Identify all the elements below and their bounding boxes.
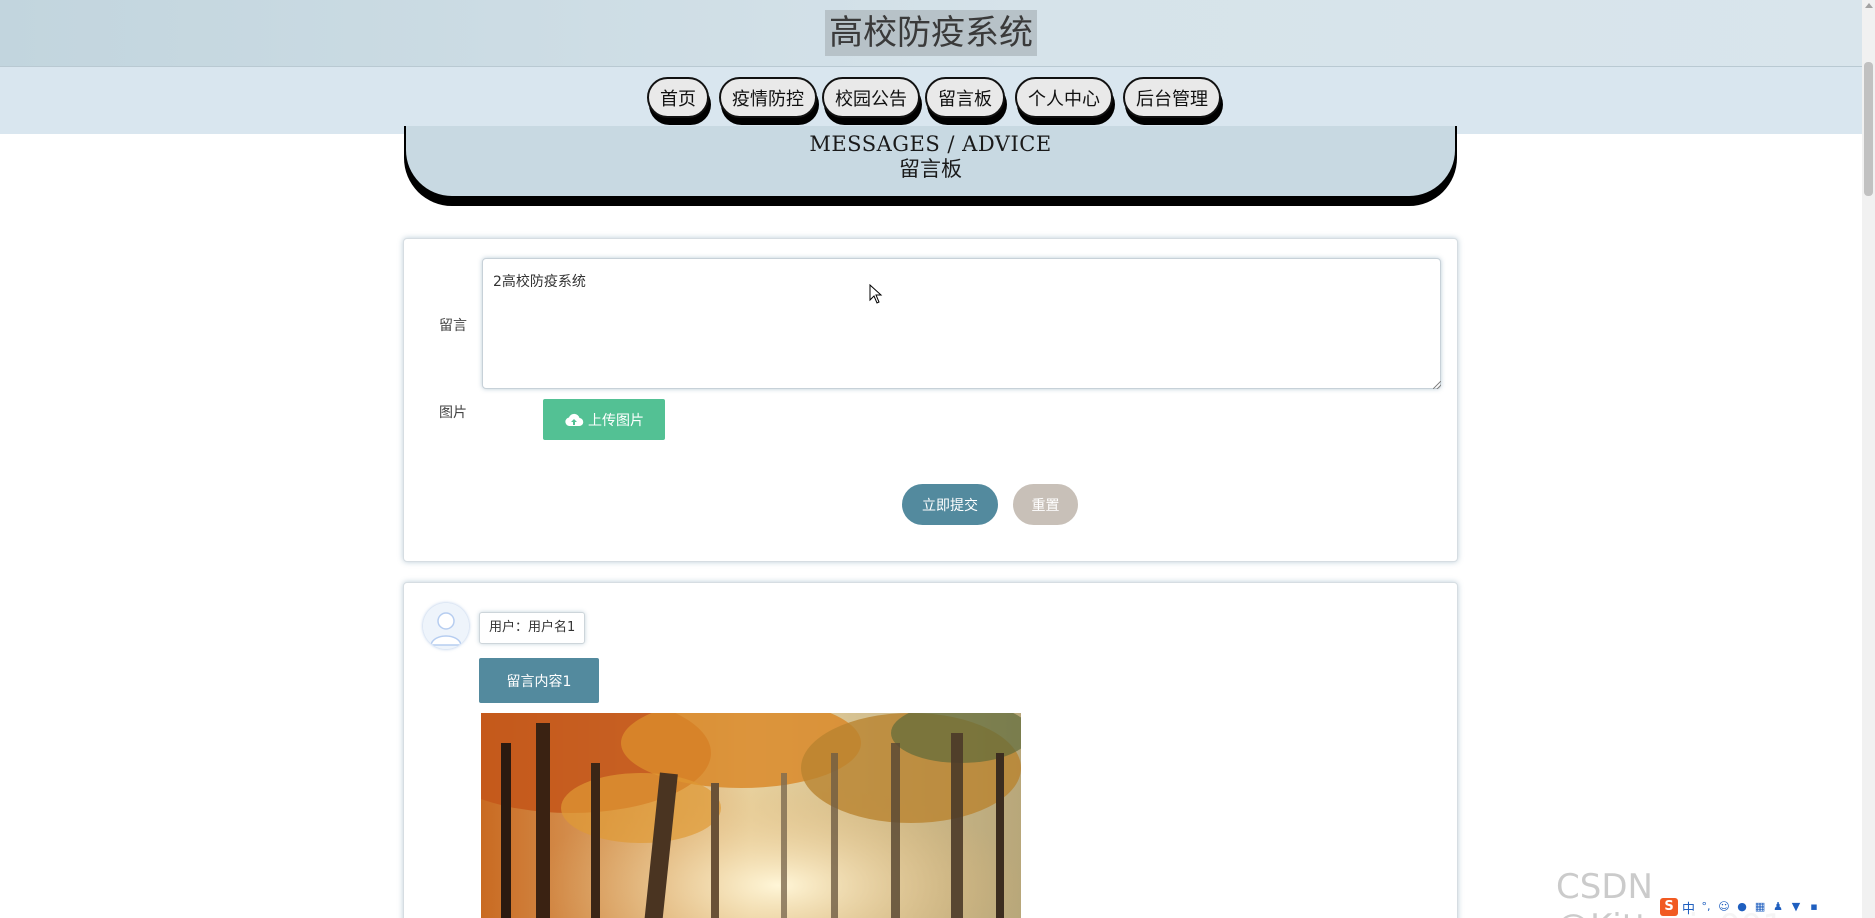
nav-item-home[interactable]: 首页 [647, 77, 709, 118]
keyboard-icon[interactable]: ▦ [1753, 900, 1767, 914]
page-banner: MESSAGES / ADVICE 留言板 [404, 126, 1457, 198]
banner-title-cn: 留言板 [899, 157, 962, 181]
message-form: 留言 2高校防疫系统 图片 上传图片 立即提交 重置 [403, 238, 1458, 562]
message-content: 留言内容1 [479, 658, 599, 703]
nav-item-message-board[interactable]: 留言板 [925, 77, 1005, 118]
nav-item-campus-notice[interactable]: 校园公告 [822, 77, 920, 118]
site-title: 高校防疫系统 [825, 10, 1037, 56]
avatar [423, 603, 469, 649]
ime-punctuation-icon[interactable]: °, [1699, 900, 1713, 914]
mouse-cursor-icon [869, 284, 883, 304]
scroll-thumb[interactable] [1864, 62, 1873, 196]
resize-grip-icon[interactable] [1433, 381, 1441, 389]
upload-image-label: 上传图片 [588, 412, 644, 429]
image-label: 图片 [439, 405, 467, 421]
submit-button[interactable]: 立即提交 [902, 484, 998, 525]
message-username: 用户：用户名1 [479, 612, 586, 644]
message-image[interactable] [481, 713, 1021, 918]
upload-image-button[interactable]: 上传图片 [543, 399, 665, 440]
microphone-icon[interactable]: ● [1735, 900, 1749, 914]
page: 高校防疫系统 首页 疫情防控 校园公告 留言板 个人中心 后台管理 MESSAG… [0, 0, 1875, 918]
reset-button[interactable]: 重置 [1013, 484, 1078, 525]
title-bar: 高校防疫系统 [0, 0, 1862, 67]
user-avatar-icon [423, 603, 469, 649]
banner-title-en: MESSAGES / ADVICE [809, 132, 1052, 156]
nav-item-admin[interactable]: 后台管理 [1123, 77, 1221, 118]
cloud-upload-icon [565, 413, 584, 426]
ime-mode[interactable]: 中 [1682, 898, 1695, 917]
scroll-up-icon[interactable] [1865, 3, 1873, 8]
message-list: 用户：用户名1 留言内容1 [403, 582, 1458, 918]
ime-emoji-icon[interactable]: ☺ [1717, 900, 1731, 914]
ime-toolbar[interactable]: S 中 °, ☺ ● ▦ ♟ ▼ ▪ [1658, 896, 1824, 918]
nav-item-epidemic-control[interactable]: 疫情防控 [719, 77, 817, 118]
message-textarea[interactable]: 2高校防疫系统 [482, 258, 1441, 389]
vertical-scrollbar[interactable] [1862, 0, 1875, 918]
user-icon[interactable]: ♟ [1771, 900, 1785, 914]
nav-bar: 首页 疫情防控 校园公告 留言板 个人中心 后台管理 [0, 67, 1862, 134]
ime-logo-icon[interactable]: S [1660, 898, 1678, 916]
autumn-forest-photo-icon [481, 713, 1021, 918]
nav-item-personal-center[interactable]: 个人中心 [1015, 77, 1113, 118]
skin-icon[interactable]: ▼ [1789, 900, 1803, 914]
message-label: 留言 [439, 318, 467, 334]
toolbox-icon[interactable]: ▪ [1807, 900, 1821, 914]
